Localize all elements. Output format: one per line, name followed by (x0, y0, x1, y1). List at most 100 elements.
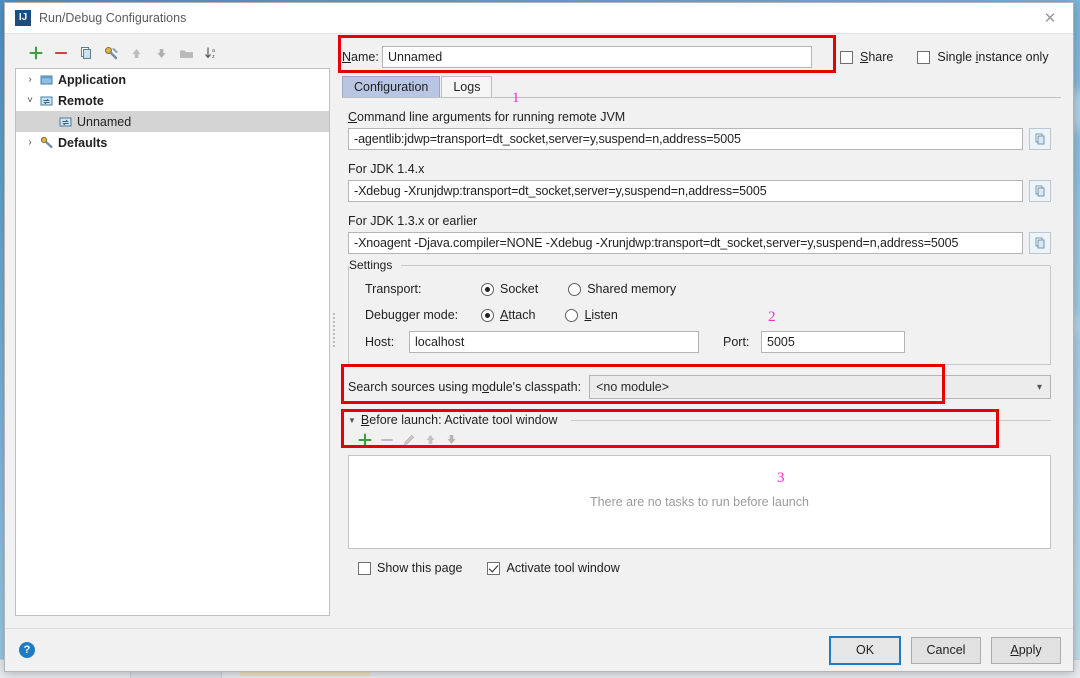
before-launch-options: Show this page Activate tool window (348, 561, 1051, 575)
arrow-down-icon[interactable] (150, 42, 172, 64)
pencil-icon[interactable] (402, 433, 416, 450)
module-classpath-row: Search sources using module's classpath:… (348, 375, 1051, 399)
wrench-icon[interactable] (100, 42, 122, 64)
settings-group-title: Settings (349, 258, 399, 272)
panel-splitter[interactable] (330, 34, 338, 628)
move-task-down-button[interactable] (445, 433, 458, 449)
remove-configuration-button[interactable] (50, 42, 72, 64)
radio-listen[interactable] (565, 308, 579, 322)
transport-option-shared-memory[interactable]: Shared memory (568, 282, 676, 296)
before-launch-header[interactable]: ▼ Before launch: Activate tool window (348, 413, 1051, 427)
tree-toolbar: a z (15, 40, 330, 66)
debugger-mode-listen-label: Listen (584, 308, 618, 322)
tree-node-application[interactable]: › Application (16, 69, 329, 90)
apply-button[interactable]: Apply (991, 636, 1061, 664)
cancel-button[interactable]: Cancel (911, 636, 981, 664)
share-checkbox[interactable]: Share (840, 50, 893, 64)
arrow-up-icon[interactable] (125, 42, 147, 64)
before-launch-empty-text: There are no tasks to run before launch (590, 495, 809, 509)
cmdline-row (348, 128, 1051, 150)
tree-node-label: Application (58, 72, 127, 87)
add-task-button[interactable] (358, 432, 372, 450)
tree-node-unnamed[interactable]: Unnamed (16, 111, 329, 132)
before-launch-task-list[interactable]: There are no tasks to run before launch (348, 455, 1051, 549)
dialog-title: Run/Debug Configurations (39, 11, 187, 25)
intellij-idea-icon: IJ (15, 10, 31, 26)
triangle-down-icon[interactable]: ▼ (348, 416, 356, 425)
help-icon[interactable]: ? (19, 642, 35, 658)
tree-node-defaults[interactable]: › Defaults (16, 132, 329, 153)
ok-button[interactable]: OK (829, 635, 901, 665)
remote-config-icon (38, 95, 55, 107)
add-configuration-button[interactable] (25, 42, 47, 64)
run-debug-configurations-dialog: IJ Run/Debug Configurations ✕ a z › Appl… (4, 2, 1074, 672)
transport-shared-memory-label: Shared memory (587, 282, 677, 296)
cmdline-input[interactable] (348, 128, 1023, 150)
share-label: Share (860, 50, 894, 64)
module-classpath-combobox[interactable]: <no module> ▾ (589, 375, 1051, 399)
divider (570, 419, 1051, 421)
host-label: Host: (365, 335, 395, 349)
transport-label: Transport: (365, 282, 422, 296)
editor-tabs: Configuration Logs (342, 75, 1061, 98)
transport-option-socket[interactable]: Socket (481, 282, 538, 296)
single-instance-checkbox-box[interactable] (917, 50, 931, 64)
host-input[interactable] (409, 331, 699, 353)
activate-tool-window-checkbox-box[interactable] (487, 561, 501, 575)
configurations-panel: a z › Application ˅ Remote Unnamed › Def… (5, 34, 330, 628)
collapse-arrow-icon[interactable]: ˅ (22, 95, 38, 106)
dialog-titlebar: IJ Run/Debug Configurations ✕ (5, 3, 1073, 34)
dialog-footer: ? OK Cancel Apply (5, 628, 1073, 671)
tree-node-remote[interactable]: ˅ Remote (16, 90, 329, 111)
debugger-mode-option-attach[interactable]: Attach (481, 308, 535, 322)
copy-to-clipboard-icon[interactable] (1029, 232, 1051, 254)
copy-icon[interactable] (75, 42, 97, 64)
tab-logs[interactable]: Logs (441, 76, 493, 97)
name-label: Name: (342, 50, 379, 64)
tab-configuration[interactable]: Configuration (342, 76, 441, 97)
debugger-mode-label: Debugger mode: (365, 308, 459, 322)
jdk13-input[interactable] (348, 232, 1023, 254)
configuration-editor-panel: Name: Share Single instance only Configu… (338, 34, 1073, 628)
expand-arrow-icon[interactable]: › (22, 74, 38, 85)
copy-to-clipboard-icon[interactable] (1029, 128, 1051, 150)
folder-icon[interactable] (175, 42, 197, 64)
show-this-page-checkbox-box[interactable] (358, 561, 371, 575)
radio-attach[interactable] (481, 308, 494, 322)
annotation-number-1: 1 (512, 90, 520, 106)
show-this-page-checkbox[interactable]: Show this page (358, 561, 462, 575)
radio-shared-memory[interactable] (568, 282, 582, 296)
tree-node-label: Remote (58, 93, 104, 108)
close-icon[interactable]: ✕ (1027, 3, 1073, 33)
jdk13-row (348, 232, 1051, 254)
annotation-number-2: 2 (768, 309, 776, 325)
radio-socket[interactable] (481, 282, 494, 296)
tree-node-label: Unnamed (77, 114, 132, 129)
move-task-up-button[interactable] (424, 433, 437, 449)
port-input[interactable] (761, 331, 905, 353)
jdk14-input[interactable] (348, 180, 1023, 202)
jdk14-label: For JDK 1.4.x (348, 162, 425, 176)
debugger-mode-row: Debugger mode: Attach Listen (349, 302, 1050, 328)
sort-az-icon[interactable]: a z (200, 42, 222, 64)
configuration-tab-content: Command line arguments for running remot… (342, 98, 1061, 628)
chevron-down-icon[interactable]: ▾ (1033, 382, 1046, 393)
share-checkbox-box[interactable] (840, 50, 853, 64)
expand-arrow-icon[interactable]: › (22, 137, 38, 148)
module-classpath-value: <no module> (596, 380, 670, 394)
single-instance-checkbox[interactable]: Single instance only (917, 50, 1049, 64)
remove-task-button[interactable] (380, 433, 394, 450)
transport-socket-label: Socket (500, 282, 539, 296)
copy-to-clipboard-icon[interactable] (1029, 180, 1051, 202)
before-launch-title: Before launch: Activate tool window (360, 413, 558, 427)
application-config-icon (38, 74, 55, 86)
activate-tool-window-checkbox[interactable]: Activate tool window (487, 561, 620, 575)
name-row: Name: Share Single instance only (342, 44, 1061, 70)
show-this-page-label: Show this page (377, 561, 463, 575)
splitter-handle[interactable] (333, 313, 335, 349)
name-input[interactable] (382, 46, 812, 68)
transport-row: Transport: Socket Shared memory (349, 276, 1050, 302)
debugger-mode-option-listen[interactable]: Listen (565, 308, 618, 322)
single-instance-label: Single instance only (937, 50, 1049, 64)
configurations-tree[interactable]: › Application ˅ Remote Unnamed › Default… (15, 68, 330, 616)
